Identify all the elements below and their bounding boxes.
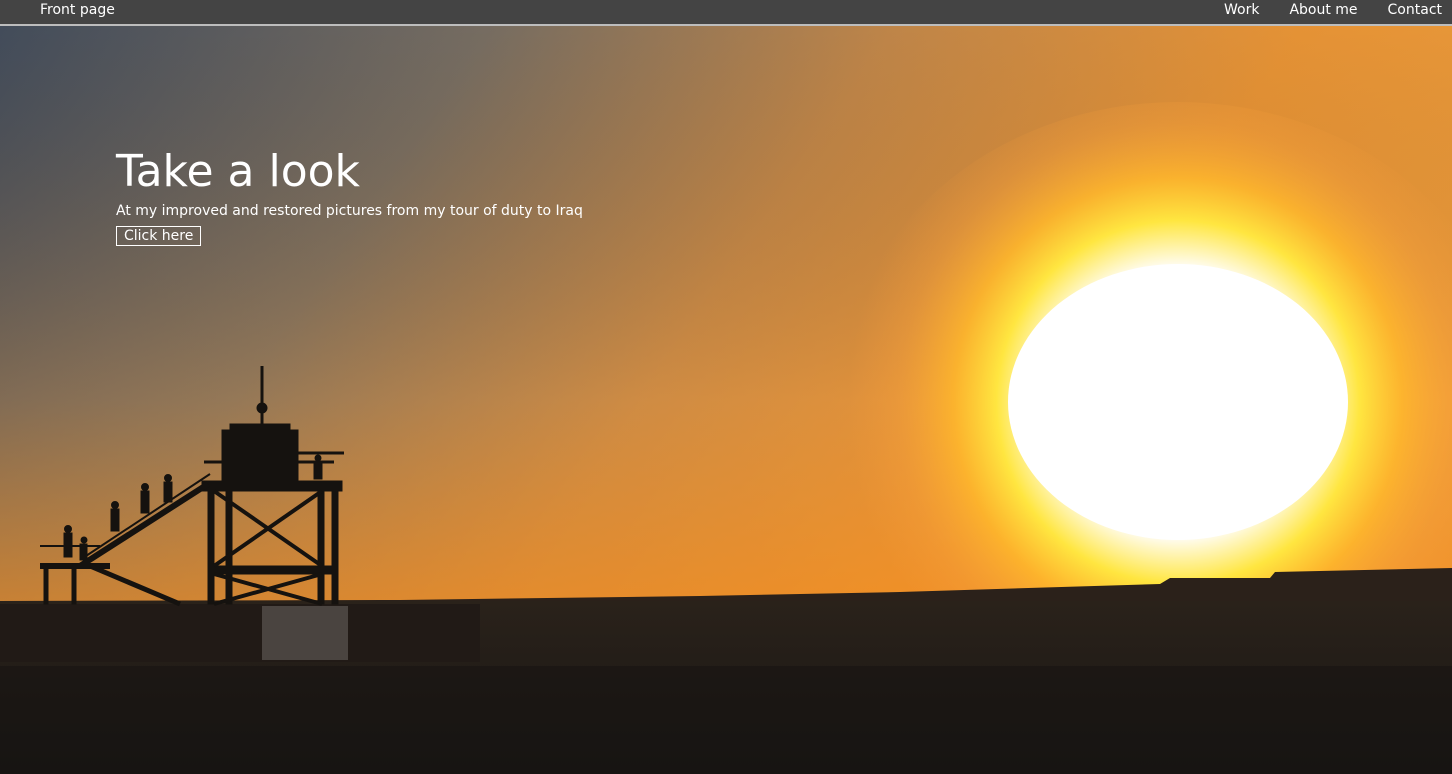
nav-contact-link[interactable]: Contact (1388, 2, 1442, 19)
top-navbar: Front page Work About me Contact (0, 0, 1452, 26)
click-here-button[interactable]: Click here (116, 226, 202, 246)
hero-section: Take a look At my improved and restored … (0, 26, 1452, 774)
nav-work-link[interactable]: Work (1224, 2, 1259, 19)
nav-about-me-link[interactable]: About me (1289, 2, 1357, 19)
hero-title: Take a look (116, 146, 361, 197)
nav-links: Work About me Contact (1194, 2, 1442, 19)
hero-subtitle: At my improved and restored pictures fro… (116, 203, 583, 219)
page: Front page Work About me Contact Take a … (0, 0, 1452, 774)
hero-text-block: Take a look At my improved and restored … (116, 146, 583, 246)
hero-background-image (0, 26, 1452, 774)
nav-front-page-link[interactable]: Front page (40, 2, 115, 19)
